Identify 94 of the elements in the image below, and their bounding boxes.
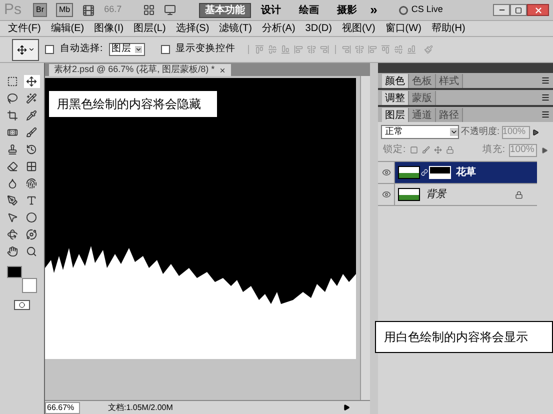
close-button[interactable] [527,4,549,16]
screen-mode-icon[interactable] [164,4,176,16]
mask-link-icon[interactable] [421,169,428,176]
orbit-icon[interactable] [24,228,40,241]
auto-select-label: 自动选择: [60,42,103,56]
panel-tab[interactable]: 调整 [382,91,409,105]
menu-item[interactable]: 滤镜(T) [219,21,252,36]
hand-icon[interactable] [4,245,20,258]
layer-row[interactable]: 背景 [378,184,537,206]
background-color-swatch[interactable] [22,278,37,293]
panel-tab[interactable]: 路径 [436,108,463,122]
menu-item[interactable]: 图层(L) [134,21,166,36]
panel-menu-icon[interactable] [541,110,550,119]
vertical-scrollbar[interactable] [360,76,370,400]
pen-icon[interactable] [4,194,20,207]
layer-row[interactable]: 花草 [378,162,537,184]
document-size-text: 文档:1.05M/2.00M [108,402,173,414]
cs-live-button[interactable]: CS Live [399,3,443,17]
workspace-tab[interactable]: 绘画 [291,2,328,18]
panel-tab[interactable]: 颜色 [382,74,409,88]
caret-icon [450,128,458,136]
maximize-icon [515,6,522,14]
ellipse-icon[interactable] [24,211,40,224]
panel-tab[interactable]: 蒙版 [409,91,436,105]
menu-item[interactable]: 窗口(W) [385,21,422,36]
close-tab-icon[interactable] [218,66,226,74]
menu-item[interactable]: 编辑(E) [50,21,84,36]
layer-thumbnail [398,188,420,202]
magic-wand-icon[interactable] [24,92,40,105]
workspace-tab[interactable]: 摄影 [329,2,366,18]
more-workspaces-button[interactable]: » [367,0,380,20]
menu-item[interactable]: 图像(I) [94,21,124,36]
opacity-label: 不透明度: [461,125,500,138]
layer-name: 背景 [426,188,446,202]
quick-mask-button[interactable] [14,300,30,310]
tool-preset-picker[interactable] [12,38,39,60]
checkbox[interactable] [160,45,170,54]
brush-icon[interactable] [24,126,40,139]
caret-icon [28,46,34,53]
minimize-button[interactable] [493,4,510,16]
crop-icon[interactable] [4,109,20,122]
mask-thumbnail [429,166,451,180]
eraser-icon[interactable] [4,160,20,173]
ring-icon [399,6,408,14]
rotate-3d-icon[interactable] [4,228,20,241]
move-icon[interactable] [24,75,40,88]
lock-label: 锁定: [383,143,406,157]
close-icon [534,6,542,14]
menu-item[interactable]: 视图(V) [342,21,376,36]
blend-mode-dropdown[interactable]: 正常 [381,125,459,139]
menu-item[interactable]: 3D(D) [305,21,332,36]
opacity-slider-icon[interactable] [532,128,539,136]
lock-paint-icon[interactable] [422,146,430,154]
callout-text: 用白色绘制的内容将会显示 [375,321,553,353]
panel-tab[interactable]: 色板 [409,74,436,88]
workspace-tab[interactable]: 设计 [253,2,290,18]
workspace-tab[interactable]: 基本功能 [199,2,252,18]
auto-select-dropdown[interactable]: 图层 [108,43,145,56]
panel-tab[interactable]: 图层 [382,108,409,122]
menu-item[interactable]: 选择(S) [176,21,210,36]
document-tab[interactable]: 素材2.psd @ 66.7% (花草, 图层蒙板/8) * [49,64,231,76]
move-icon [16,44,26,54]
lock-position-icon[interactable] [434,146,442,154]
lock-icon [515,190,523,199]
zoom-field[interactable]: 66.67% [45,402,80,414]
panel-menu-icon[interactable] [541,76,550,85]
bridge-button[interactable]: Br [33,3,47,17]
smudge-icon[interactable] [24,177,40,190]
checkbox[interactable] [45,45,54,54]
panel-tab[interactable]: 样式 [436,74,463,88]
foreground-color-swatch[interactable] [7,266,22,278]
visibility-eye-icon[interactable] [382,168,390,178]
maximize-button[interactable] [510,4,527,16]
circle-icon [19,302,25,308]
lock-all-icon[interactable] [446,146,454,154]
panel-tab[interactable]: 通道 [409,108,436,122]
arrange-documents-icon[interactable] [143,4,156,16]
app-logo: Ps [4,0,23,20]
show-transform-label: 显示变换控件 [176,42,236,56]
lasso-icon[interactable] [4,92,20,105]
caret-icon [134,46,142,53]
view-extras-icon[interactable] [82,4,96,16]
fill-label: 填充: [482,143,505,157]
fill-slider-icon[interactable] [541,146,548,154]
layer-name: 花草 [456,166,476,180]
callout-text: 用黑色绘制的内容将会隐藏 [48,90,218,118]
layer-thumbnail [398,166,420,180]
status-menu-icon[interactable] [343,404,350,411]
panel-menu-icon[interactable] [541,93,550,102]
mini-bridge-button[interactable]: Mb [56,3,74,17]
visibility-eye-icon[interactable] [382,190,390,200]
menu-item[interactable]: 文件(F) [8,21,41,36]
menu-item[interactable]: 帮助(H) [431,21,466,36]
menu-item[interactable]: 分析(A) [262,21,296,36]
